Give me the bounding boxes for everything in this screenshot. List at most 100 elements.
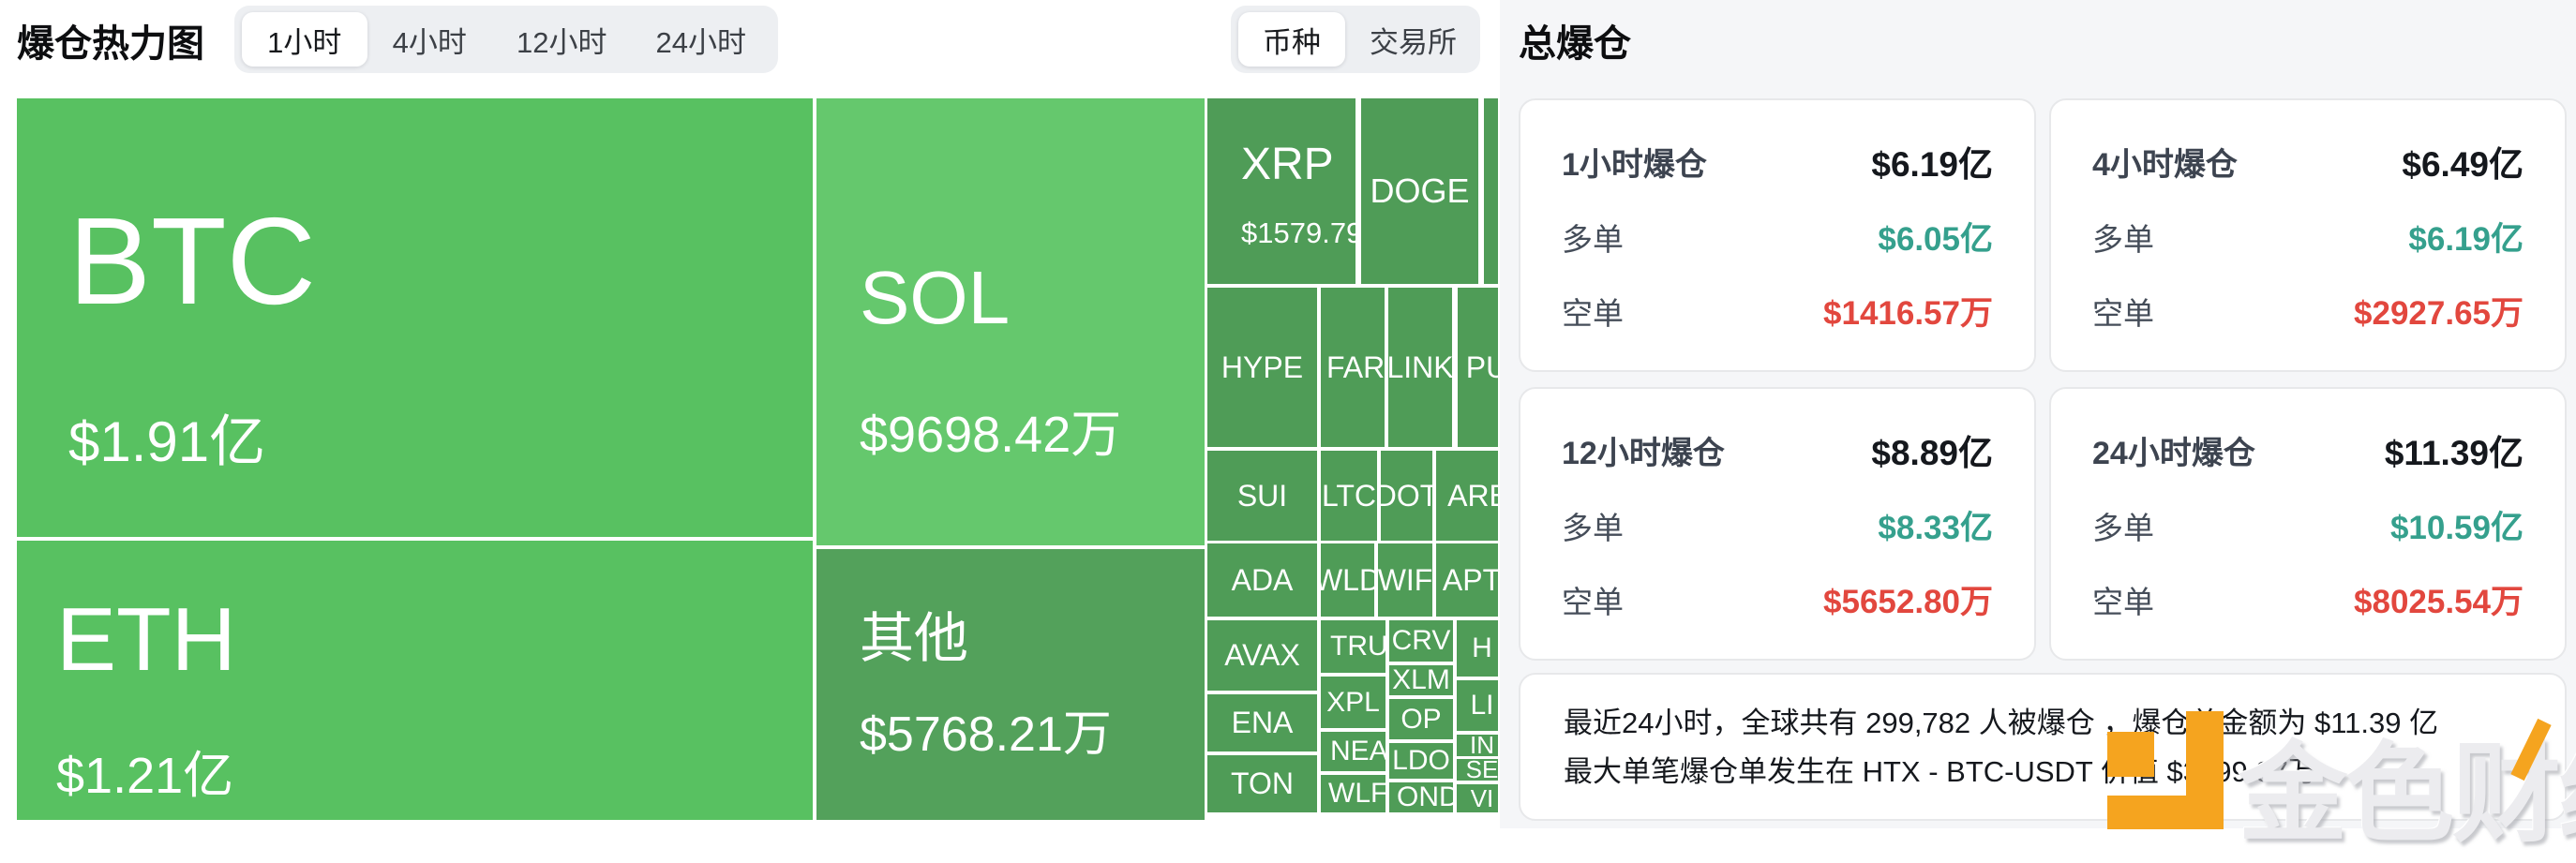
treemap-cell-dot[interactable]: DOT [1381,451,1432,541]
treemap-cell-label: WLFI [1328,778,1385,810]
note-line-2: 最大单笔爆仓单发生在 HTX - BTC-USDT 价值 $3399.87万 [1564,748,2522,796]
treemap-cell-btc[interactable]: BTC$1.91亿 [17,98,813,537]
treemap-cell-sui[interactable]: SUI [1207,451,1317,541]
treemap-cell-link[interactable]: LINK [1388,288,1452,447]
card-title: 24小时爆仓 [2092,427,2255,473]
treemap-cell-label: H [1472,632,1492,664]
liquidation-card-3: 24小时爆仓 $11.39亿多单 $10.59亿空单 $8025.54万 [2049,387,2567,661]
card-short-value: $1416.57万 [1823,287,1993,335]
treemap-cell-label: WLD [1321,563,1374,598]
treemap-cell-value: $9698.42万 [860,393,1205,467]
view-toggle-group: 币种交易所 [1231,6,1480,73]
treemap-cell-label: CRV [1392,625,1451,657]
treemap-cell-label: TON [1231,766,1294,801]
treemap-cell-label: ETH [56,589,813,691]
summary-note-card: 最近24小时，全球共有 299,782 人被爆仓 ，爆仓总金额为 $11.39 … [1519,673,2567,821]
treemap-cell-label: ARB [1447,479,1498,513]
treemap-cell-label: DOGE [1370,171,1469,211]
card-total-value: $11.39亿 [2385,424,2524,475]
card-total-value: $6.49亿 [2402,136,2524,186]
treemap-cell-h[interactable]: H [1457,620,1498,677]
treemap-cell-op[interactable]: OP [1389,699,1453,739]
card-title: 12小时爆仓 [1562,427,1725,473]
treemap-cell-label: OP [1400,704,1441,736]
treemap-cell-ton[interactable]: TON [1207,755,1317,812]
treemap-cell-label: WIF [1378,563,1432,598]
treemap-cell-label: XRP [1241,140,1355,190]
treemap-cell-value: $1.21亿 [56,734,813,808]
card-total-value: $8.89亿 [1871,424,1993,475]
treemap-cell-ltc[interactable]: LTC [1321,451,1377,541]
liquidation-card-2: 12小时爆仓$8.89亿多单$8.33亿空单$5652.80万 [1519,387,2036,661]
treemap-cell-wif[interactable]: WIF [1378,543,1432,617]
card-long-value: $10.59亿 [2390,501,2524,549]
treemap-cell-wld[interactable]: WLD [1321,543,1374,617]
card-short-value: $2927.65万 [2354,287,2524,335]
treemap-cell-blank[interactable] [1484,98,1498,284]
treemap-cell-label: XPL [1326,687,1380,719]
treemap-cell-value: $5768.21万 [860,694,1205,765]
liquidation-card-1: 4小时爆仓$6.49亿多单$6.19亿空单$2927.65万 [2049,98,2567,372]
treemap-cell-xpl[interactable]: XPL [1321,677,1385,728]
card-short-label: 空单 [1562,577,1624,622]
time-tab-1[interactable]: 4小时 [367,12,493,67]
treemap-cell-avax[interactable]: AVAX [1207,620,1317,691]
treemap-cell-wlfi[interactable]: WLFI [1321,775,1385,812]
treemap-cell-label: NEAR [1330,736,1385,767]
treemap-cell-in[interactable]: IN [1457,735,1498,756]
treemap-cell-ondo[interactable]: ONDO [1389,782,1453,812]
card-short-label: 空单 [1562,289,1624,334]
card-short-label: 空单 [2092,577,2154,622]
treemap-cell-near[interactable]: NEAR [1321,732,1385,771]
treemap-cell-ena[interactable]: ENA [1207,694,1317,751]
treemap-cell-其他[interactable]: 其他 $5768.21万 [816,549,1205,820]
treemap-cell-label: 其他 [860,609,1205,670]
treemap-cell-label: DOT [1381,479,1432,513]
treemap-cell-li[interactable]: LI [1457,680,1498,731]
time-tab-2[interactable]: 12小时 [492,12,631,67]
card-long-value: $6.19亿 [2408,213,2524,260]
treemap-cell-crv[interactable]: CRV [1389,620,1453,662]
treemap-cell-label: LDO [1392,745,1450,777]
view-toggle-1[interactable]: 交易所 [1345,12,1481,67]
treemap-cell-label: LI [1470,690,1493,722]
treemap-cell-ada[interactable]: ADA [1207,543,1317,617]
treemap-cell-apt[interactable]: APT [1436,543,1498,617]
treemap-cell-label: SOL [860,256,1205,340]
view-toggle-0[interactable]: 币种 [1238,12,1345,67]
treemap-cell-ldo[interactable]: LDO [1389,743,1453,779]
treemap-cell-label: LTC [1322,479,1376,513]
card-title: 4小时爆仓 [2092,139,2238,185]
treemap-cell-doge[interactable]: DOGE [1361,98,1478,284]
treemap-cell-value: $1579.79万 [1241,209,1355,251]
card-total-value: $6.19亿 [1871,136,1993,186]
treemap-cell-label: IN [1470,735,1494,756]
treemap-cell-se[interactable]: SE [1457,759,1498,781]
time-tab-3[interactable]: 24小时 [632,12,771,67]
treemap-cell-label: FARTCOIN [1326,350,1385,385]
treemap-cell-eth[interactable]: ETH $1.21亿 [17,541,813,820]
card-long-value: $6.05亿 [1878,213,1993,260]
liquidation-card-0: 1小时爆仓$6.19亿多单$6.05亿空单$1416.57万 [1519,98,2036,372]
treemap-cell-pump[interactable]: PUMP [1458,288,1498,447]
treemap-cell-fartcoin[interactable]: FARTCOIN [1321,288,1385,447]
treemap-cell-label: BTC [68,192,813,331]
treemap-cell-label: PUMP [1466,350,1498,385]
time-tab-0[interactable]: 1小时 [242,12,367,67]
card-short-value: $8025.54万 [2354,575,2524,623]
treemap-cell-vi[interactable]: VI [1457,784,1498,812]
page-title: 爆仓热力图 [17,13,204,67]
treemap-cell-sol[interactable]: SOL $9698.42万 [816,98,1205,545]
treemap-cell-trump[interactable]: TRUMP [1321,620,1385,673]
treemap-cell-label: XLM [1392,665,1450,695]
treemap-cell-label: APT [1443,563,1498,598]
treemap-cell-arb[interactable]: ARB [1436,451,1498,541]
card-long-label: 多单 [2092,503,2154,548]
card-long-label: 多单 [1562,215,1624,260]
card-long-value: $8.33亿 [1878,501,1993,549]
treemap-cell-label: SE [1466,759,1498,781]
treemap-cell-label: TRUMP [1330,631,1385,662]
treemap-cell-hype[interactable]: HYPE [1207,288,1317,447]
treemap-cell-xrp[interactable]: XRP $1579.79万 [1207,98,1355,284]
treemap-cell-xlm[interactable]: XLM [1389,665,1453,695]
